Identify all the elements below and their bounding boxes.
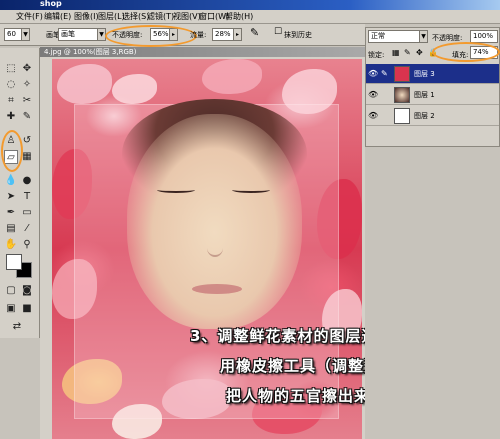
toolbox: ⬚ ✥ ◌ ✧ ⌗ ✂ ✚ ✎ ♙ ↺ ▱ ▦ 💧 ● ➤ T ✒ ▭ ▤ ⁄ … bbox=[0, 48, 40, 338]
lock-brush-icon[interactable]: ✎ bbox=[404, 48, 411, 57]
right-eye bbox=[232, 187, 270, 193]
screen-mode-icon[interactable]: ▣ bbox=[4, 302, 18, 316]
layer-name[interactable]: 图层 2 bbox=[414, 111, 435, 121]
layer-opacity-value: 100% bbox=[473, 32, 494, 40]
petal bbox=[202, 59, 262, 94]
lasso-tool-icon[interactable]: ◌ bbox=[4, 78, 18, 92]
slice-tool-icon[interactable]: ✂ bbox=[20, 94, 34, 108]
face bbox=[127, 114, 302, 329]
petal bbox=[112, 74, 157, 104]
healing-brush-icon[interactable]: ✚ bbox=[4, 110, 18, 124]
chevron-down-icon: ▼ bbox=[21, 29, 29, 40]
lock-transparency-icon[interactable]: ▦ bbox=[392, 48, 400, 57]
options-bar: 60 ▼ 画笔 画笔 ▼ 不透明度: 56% ▸ 流量: 28% ▸ ✎ ☐ 抹… bbox=[0, 24, 365, 47]
mode-value: 画笔 bbox=[61, 30, 75, 38]
panel-area-background bbox=[365, 147, 500, 439]
petal bbox=[57, 64, 112, 104]
highlight-ring bbox=[105, 25, 197, 47]
fill-highlight-ring bbox=[432, 42, 500, 62]
chevron-down-icon: ▼ bbox=[97, 29, 105, 40]
photoshop-window: shop 文件(F) 编辑(E) 图像(I) 图层(L) 选择(S) 滤镜(T)… bbox=[0, 0, 500, 439]
left-eye bbox=[157, 187, 195, 193]
nose bbox=[207, 239, 223, 257]
layer-row-3[interactable]: 👁 ✎ 图层 3 bbox=[366, 64, 499, 84]
menu-view[interactable]: 视图(V) bbox=[173, 11, 201, 22]
menu-image[interactable]: 图像(I) bbox=[74, 11, 99, 22]
mouth bbox=[192, 284, 242, 294]
erase-history-label[interactable]: 抹到历史 bbox=[284, 30, 312, 40]
menu-layer[interactable]: 图层(L) bbox=[98, 11, 125, 22]
blend-mode-select[interactable]: 正常 ▼ bbox=[368, 30, 428, 43]
flow-input[interactable]: 28% ▸ bbox=[212, 28, 242, 41]
document-window: 4.jpg @ 100%(图层 3,RGB) 3、调整鲜花素材的图层透明度， 用… bbox=[40, 47, 427, 439]
zoom-tool-icon[interactable]: ⚲ bbox=[20, 238, 34, 252]
visibility-eye-icon[interactable]: 👁 bbox=[368, 90, 378, 99]
lock-label: 锁定: bbox=[368, 51, 385, 59]
document-title: 4.jpg @ 100%(图层 3,RGB) bbox=[40, 47, 365, 57]
marquee-tool-icon[interactable]: ⬚ bbox=[4, 62, 18, 76]
notes-tool-icon[interactable]: ▤ bbox=[4, 222, 18, 236]
menu-help[interactable]: 帮助(H) bbox=[225, 11, 253, 22]
brush-link-icon: ✎ bbox=[381, 69, 388, 78]
eraser-highlight-ring bbox=[1, 130, 23, 172]
layer-opacity-input[interactable]: 100% bbox=[470, 30, 498, 43]
crop-tool-icon[interactable]: ⌗ bbox=[4, 94, 18, 108]
layer-thumbnail bbox=[394, 108, 410, 124]
title-bar: shop bbox=[0, 0, 500, 10]
eyedropper-icon[interactable]: ⁄ bbox=[20, 222, 34, 236]
chevron-right-icon: ▸ bbox=[233, 29, 241, 40]
flow-label: 流量: bbox=[190, 31, 207, 39]
path-select-icon[interactable]: ➤ bbox=[4, 190, 18, 204]
type-tool-icon[interactable]: T bbox=[20, 190, 34, 204]
hand-tool-icon[interactable]: ✋ bbox=[4, 238, 18, 252]
menu-edit[interactable]: 编辑(E) bbox=[44, 11, 71, 22]
quick-mask-icon[interactable]: ◙ bbox=[20, 284, 34, 298]
layer-row-2[interactable]: 👁 图层 2 bbox=[366, 106, 499, 126]
visibility-eye-icon[interactable]: 👁 bbox=[368, 111, 378, 120]
checkbox-icon[interactable]: ☐ bbox=[274, 27, 282, 37]
brush-tool-icon[interactable]: ✎ bbox=[20, 110, 34, 124]
visibility-eye-icon[interactable]: 👁 bbox=[368, 69, 378, 78]
brush-size-preset[interactable]: 60 ▼ bbox=[4, 28, 30, 41]
chevron-down-icon: ▼ bbox=[419, 31, 427, 42]
blur-tool-icon[interactable]: 💧 bbox=[4, 174, 18, 188]
menu-bar: 文件(F) 编辑(E) 图像(I) 图层(L) 选择(S) 滤镜(T) 视图(V… bbox=[0, 10, 500, 24]
fullscreen-mode-icon[interactable]: ■ bbox=[20, 302, 34, 316]
layer-thumbnail bbox=[394, 87, 410, 103]
magic-wand-icon[interactable]: ✧ bbox=[20, 78, 34, 92]
shape-tool-icon[interactable]: ▭ bbox=[20, 206, 34, 220]
pen-tool-icon[interactable]: ✒ bbox=[4, 206, 18, 220]
jump-to-imageready-icon[interactable]: ⇄ bbox=[10, 320, 24, 334]
caption-line-3: 把人物的五官擦出来。 bbox=[226, 387, 387, 405]
foreground-color-swatch[interactable] bbox=[6, 254, 22, 270]
app-title: shop bbox=[40, 0, 62, 8]
blend-mode-value: 正常 bbox=[371, 32, 385, 40]
menu-file[interactable]: 文件(F) bbox=[16, 11, 43, 22]
layer-row-1[interactable]: 👁 图层 1 bbox=[366, 85, 499, 105]
brush-size-value: 60 bbox=[7, 30, 16, 38]
layer-name[interactable]: 图层 3 bbox=[414, 69, 435, 79]
menu-filter[interactable]: 滤镜(T) bbox=[147, 11, 174, 22]
lock-move-icon[interactable]: ✥ bbox=[416, 48, 423, 57]
flow-value: 28% bbox=[215, 30, 231, 38]
dodge-tool-icon[interactable]: ● bbox=[20, 174, 34, 188]
layer-thumbnail bbox=[394, 66, 410, 82]
layer-name[interactable]: 图层 1 bbox=[414, 90, 435, 100]
image-canvas[interactable] bbox=[52, 59, 362, 439]
mode-select[interactable]: 画笔 ▼ bbox=[58, 28, 106, 41]
airbrush-icon[interactable]: ✎ bbox=[250, 26, 259, 39]
move-tool-icon[interactable]: ✥ bbox=[20, 62, 34, 76]
menu-select[interactable]: 选择(S) bbox=[122, 11, 149, 22]
layers-panel: 正常 ▼ 不透明度: 100% 锁定: ▦ ✎ ✥ 🔒 填充: 74% 👁 ✎ … bbox=[365, 27, 500, 147]
standard-mode-icon[interactable]: ▢ bbox=[4, 284, 18, 298]
